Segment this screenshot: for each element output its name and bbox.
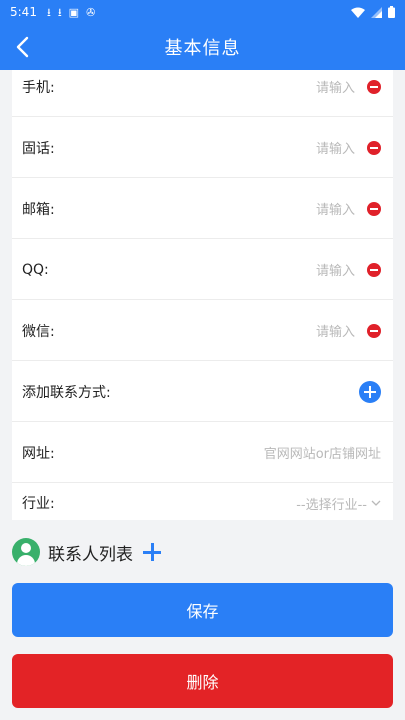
signal-icon (371, 6, 382, 18)
landline-label: 固话: (22, 140, 55, 157)
wechat-row[interactable]: 微信: 请输入 (12, 301, 393, 361)
industry-row[interactable]: 行业: --选择行业-- (12, 484, 393, 520)
contact-list-title: 联系人列表 (48, 544, 133, 565)
phone-row[interactable]: 手机: 请输入 (12, 70, 393, 117)
remove-qq-icon[interactable] (367, 262, 381, 277)
email-label: 邮箱: (22, 201, 55, 218)
remove-wechat-icon[interactable] (367, 323, 381, 338)
status-bar: 5:41 ⭳ ⭳ ▣ ✇ (0, 0, 405, 24)
remove-email-icon[interactable] (367, 201, 381, 216)
status-right-icons (351, 6, 395, 18)
sim-icon: ▣ (68, 5, 80, 19)
status-left-icons: ⭳ ⭳ ▣ ✇ (47, 7, 95, 18)
email-row[interactable]: 邮箱: 请输入 (12, 179, 393, 239)
chevron-left-icon (16, 36, 29, 58)
page-title: 基本信息 (164, 38, 241, 59)
landline-input[interactable]: 请输入 (316, 138, 355, 157)
website-input[interactable]: 官网网站or店铺网址 (264, 443, 381, 462)
contact-list-header: 联系人列表 (12, 534, 161, 570)
wechat-input[interactable]: 请输入 (316, 321, 355, 340)
website-row[interactable]: 网址: 官网网站or店铺网址 (12, 423, 393, 483)
remove-landline-icon[interactable] (367, 140, 381, 155)
phone-label: 手机: (22, 79, 55, 96)
add-contact-method-row[interactable]: 添加联系方式: (12, 362, 393, 422)
website-label: 网址: (22, 445, 55, 462)
app-bar: 基本信息 (0, 24, 405, 70)
qq-row[interactable]: QQ: 请输入 (12, 240, 393, 300)
qq-input[interactable]: 请输入 (316, 260, 355, 279)
basic-info-form: 手机: 请输入 固话: 请输入 邮箱: 请输入 QQ: 请输入 微信: 请输入 … (12, 70, 393, 520)
save-button[interactable]: 保存 (12, 583, 393, 637)
qq-label: QQ: (22, 261, 49, 278)
chevron-down-icon[interactable] (371, 500, 381, 507)
battery-icon (388, 6, 395, 18)
download-icon: ⭳ (46, 5, 51, 19)
add-contact-method-label: 添加联系方式: (22, 384, 111, 401)
industry-select[interactable]: --选择行业-- (296, 494, 367, 513)
wechat-label: 微信: (22, 323, 55, 340)
person-icon (12, 538, 40, 566)
landline-row[interactable]: 固话: 请输入 (12, 118, 393, 178)
email-input[interactable]: 请输入 (316, 199, 355, 218)
remove-phone-icon[interactable] (367, 79, 381, 94)
back-button[interactable] (6, 31, 38, 63)
add-contact-icon[interactable] (143, 543, 161, 561)
industry-label: 行业: (22, 496, 55, 512)
phone-input[interactable]: 请输入 (316, 77, 355, 96)
download-icon: ⭳ (57, 5, 62, 19)
add-contact-method-icon[interactable] (359, 380, 381, 403)
battery-saver-icon: ✇ (86, 5, 96, 19)
status-time: 5:41 (10, 5, 37, 19)
delete-button[interactable]: 删除 (12, 654, 393, 708)
wifi-icon (351, 7, 365, 18)
